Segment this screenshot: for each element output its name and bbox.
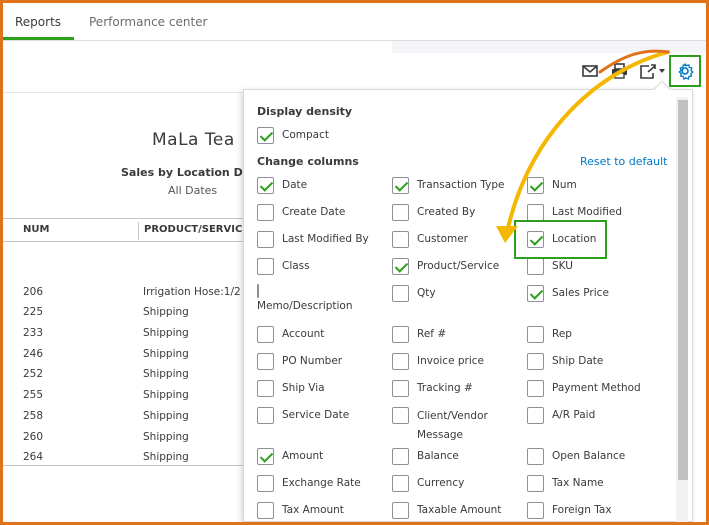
change-columns-label: Change columns <box>257 155 359 168</box>
print-icon[interactable] <box>611 63 629 79</box>
table-row: 206 Irrigation Hose:1/2 <box>23 286 241 298</box>
report-title: Sales by Location De <box>121 166 251 179</box>
column-option-transaction-type[interactable]: Transaction Type <box>392 177 505 194</box>
column-option-po-number[interactable]: PO Number <box>257 353 342 370</box>
column-option-ar-paid[interactable]: A/R Paid <box>527 407 595 424</box>
column-option-created-by[interactable]: Created By <box>392 204 475 221</box>
column-option-account[interactable]: Account <box>257 326 324 343</box>
column-header-num[interactable]: NUM <box>23 224 49 235</box>
tab-bar: Reports Performance center <box>3 3 706 41</box>
option-compact[interactable]: Compact <box>257 127 329 144</box>
table-row: 225 Shipping <box>23 306 189 318</box>
column-option-payment-method[interactable]: Payment Method <box>527 380 641 397</box>
column-header-product-service[interactable]: PRODUCT/SERVICE <box>144 224 249 235</box>
column-option-last-modified-by[interactable]: Last Modified By <box>257 231 369 248</box>
display-density-label: Display density <box>257 105 353 118</box>
column-option-taxable-amount[interactable]: Taxable Amount <box>392 502 501 519</box>
column-option-exchange-rate[interactable]: Exchange Rate <box>257 475 361 492</box>
column-option-num[interactable]: Num <box>527 177 577 194</box>
column-option-ship-via[interactable]: Ship Via <box>257 380 325 397</box>
table-row: 246 Shipping <box>23 348 189 360</box>
table-row: 252 Shipping <box>23 368 189 380</box>
column-option-rep[interactable]: Rep <box>527 326 572 343</box>
column-option-create-date[interactable]: Create Date <box>257 204 345 221</box>
gear-highlight-box <box>669 55 701 87</box>
column-option-class[interactable]: Class <box>257 258 310 275</box>
column-option-memo-description[interactable]: Memo/Description <box>257 284 353 312</box>
email-icon[interactable] <box>582 63 600 79</box>
column-option-service-date[interactable]: Service Date <box>257 407 349 424</box>
column-separator <box>138 222 139 240</box>
active-tab-indicator <box>3 37 74 40</box>
column-option-balance[interactable]: Balance <box>392 448 459 465</box>
column-option-open-balance[interactable]: Open Balance <box>527 448 625 465</box>
column-option-qty[interactable]: Qty <box>392 285 436 302</box>
toolbar-divider <box>3 92 243 93</box>
column-option-date[interactable]: Date <box>257 177 307 194</box>
company-name: MaLa Tea <box>152 130 235 150</box>
column-option-amount[interactable]: Amount <box>257 448 323 465</box>
column-option-currency[interactable]: Currency <box>392 475 464 492</box>
column-option-client-vendor-message[interactable]: Client/Vendor Message <box>392 407 512 445</box>
column-option-product-service[interactable]: Product/Service <box>392 258 499 275</box>
column-option-last-modified[interactable]: Last Modified <box>527 204 622 221</box>
compact-checkbox[interactable] <box>257 127 274 144</box>
table-row: 255 Shipping <box>23 389 189 401</box>
customize-columns-panel: Display density Compact Change columns R… <box>243 89 693 522</box>
report-date-range: All Dates <box>168 184 218 197</box>
column-option-foreign-tax[interactable]: Foreign Tax <box>527 502 612 519</box>
column-option-tracking-number[interactable]: Tracking # <box>392 380 473 397</box>
column-option-tax-name[interactable]: Tax Name <box>527 475 604 492</box>
table-row: 258 Shipping <box>23 410 189 422</box>
table-row: 260 Shipping <box>23 431 189 443</box>
location-highlight-box <box>514 220 607 259</box>
reset-to-default-link[interactable]: Reset to default <box>580 155 667 168</box>
tab-performance-center[interactable]: Performance center <box>89 15 207 29</box>
column-option-customer[interactable]: Customer <box>392 231 468 248</box>
column-option-ship-date[interactable]: Ship Date <box>527 353 603 370</box>
tab-reports[interactable]: Reports <box>15 15 61 29</box>
column-option-invoice-price[interactable]: Invoice price <box>392 353 484 370</box>
column-option-sales-price[interactable]: Sales Price <box>527 285 609 302</box>
report-column-headers: NUM PRODUCT/SERVICE <box>3 218 249 242</box>
export-icon[interactable] <box>639 63 669 79</box>
panel-scrollbar-thumb[interactable] <box>678 100 688 480</box>
column-option-sku[interactable]: SKU <box>527 258 573 275</box>
column-option-tax-amount[interactable]: Tax Amount <box>257 502 344 519</box>
column-option-ref-number[interactable]: Ref # <box>392 326 446 343</box>
header-background <box>392 41 706 53</box>
table-row: 233 Shipping <box>23 327 189 339</box>
table-divider <box>3 465 243 466</box>
